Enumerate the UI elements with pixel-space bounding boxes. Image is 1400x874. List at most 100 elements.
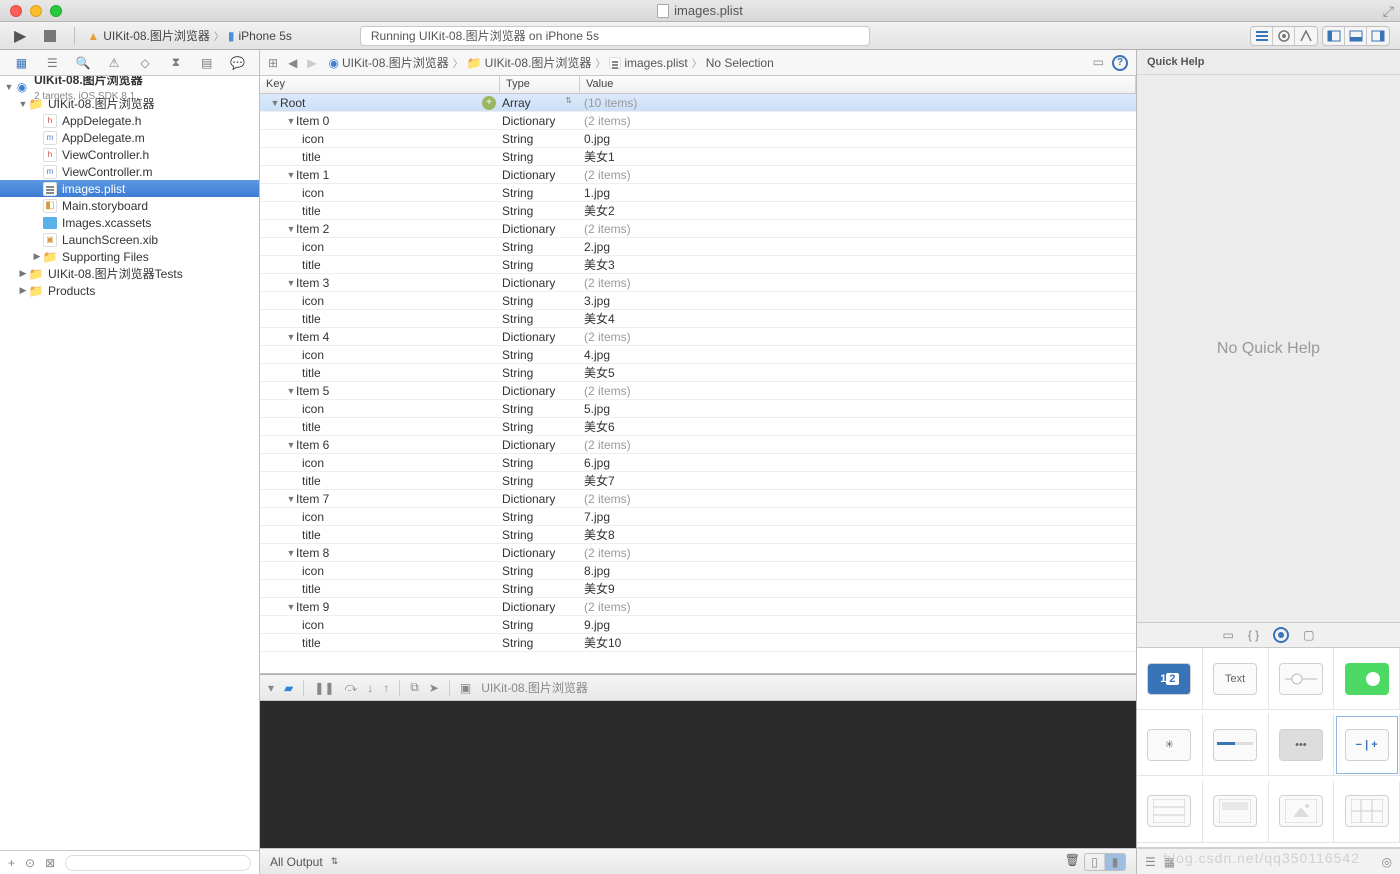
add-icon[interactable]: + [8, 856, 15, 870]
file-row[interactable]: ◧Main.storyboard [0, 197, 259, 214]
fullscreen-icon[interactable]: ⤢ [1383, 3, 1394, 20]
value-cell[interactable]: (2 items) [580, 330, 1136, 344]
products-group-row[interactable]: ▶📁Products [0, 282, 259, 299]
value-cell[interactable]: 9.jpg [580, 618, 1136, 632]
main-group-row[interactable]: ▼📁UIKit-08.图片浏览器 [0, 95, 259, 112]
type-cell[interactable]: String [500, 402, 580, 416]
run-button[interactable]: ▶ [10, 26, 30, 46]
file-row[interactable]: hAppDelegate.h [0, 112, 259, 129]
type-cell[interactable]: String [500, 258, 580, 272]
file-row[interactable]: hViewController.h [0, 146, 259, 163]
file-row[interactable]: Images.xcassets [0, 214, 259, 231]
output-filter-label[interactable]: All Output [270, 855, 323, 869]
disclosure-icon[interactable]: ▼ [286, 386, 296, 396]
type-cell[interactable]: String [500, 456, 580, 470]
jumpbar-crumb[interactable]: images.plist [607, 56, 689, 70]
key-cell[interactable]: title [302, 582, 321, 596]
key-cell[interactable]: icon [302, 240, 324, 254]
back-button[interactable]: ◀ [288, 56, 297, 70]
key-cell[interactable]: icon [302, 294, 324, 308]
tests-group-row[interactable]: ▶📁UIKit-08.图片浏览器Tests [0, 265, 259, 282]
disclosure-icon[interactable]: ▼ [286, 278, 296, 288]
document-icon[interactable]: ▭ [1093, 55, 1104, 71]
breakpoints-icon[interactable]: ▰ [284, 681, 293, 695]
value-cell[interactable]: 美女6 [580, 418, 1136, 435]
type-cell[interactable]: String [500, 150, 580, 164]
project-tree[interactable]: ▼◉ UIKit-08.图片浏览器 2 targets, iOS SDK 8.1… [0, 76, 259, 850]
key-cell[interactable]: title [302, 528, 321, 542]
library-tabs[interactable]: ▭ { } ▢ [1137, 622, 1400, 648]
issue-navigator-icon[interactable]: ⚠ [105, 54, 123, 72]
standard-editor-icon[interactable] [1251, 27, 1273, 45]
type-cell[interactable]: String [500, 312, 580, 326]
disclosure-icon[interactable]: ▼ [286, 440, 296, 450]
value-cell[interactable]: 8.jpg [580, 564, 1136, 578]
disclosure-icon[interactable]: ▼ [286, 332, 296, 342]
key-cell[interactable]: icon [302, 348, 324, 362]
library-item[interactable]: ••• [1269, 714, 1335, 776]
file-row[interactable]: mAppDelegate.m [0, 129, 259, 146]
type-cell[interactable]: String [500, 204, 580, 218]
type-cell[interactable]: String [500, 420, 580, 434]
key-cell[interactable]: Item 2 [296, 222, 329, 236]
value-cell[interactable]: 美女8 [580, 526, 1136, 543]
library-item-selected[interactable]: − | + [1334, 714, 1400, 776]
code-snippet-icon[interactable]: { } [1248, 628, 1259, 642]
library-item[interactable]: Text [1203, 648, 1269, 710]
value-cell[interactable]: (2 items) [580, 600, 1136, 614]
plist-row[interactable]: ▼Item 5Dictionary(2 items) [260, 382, 1136, 400]
plist-row[interactable]: titleString美女2 [260, 202, 1136, 220]
plist-row[interactable]: iconString8.jpg [260, 562, 1136, 580]
type-cell[interactable]: String [500, 618, 580, 632]
value-cell[interactable]: 1.jpg [580, 186, 1136, 200]
library-item[interactable] [1203, 714, 1269, 776]
list-view-icon[interactable]: ☰ [1145, 855, 1156, 869]
type-cell[interactable]: Dictionary [500, 114, 580, 128]
disclosure-icon[interactable]: ▼ [286, 116, 296, 126]
type-cell[interactable]: String [500, 564, 580, 578]
key-cell[interactable]: Item 7 [296, 492, 329, 506]
type-cell[interactable]: Dictionary [500, 600, 580, 614]
recent-icon[interactable]: ⊙ [25, 856, 35, 870]
plist-row[interactable]: ▼Item 2Dictionary(2 items) [260, 220, 1136, 238]
plist-row[interactable]: iconString1.jpg [260, 184, 1136, 202]
type-header[interactable]: Type [500, 76, 580, 93]
value-cell[interactable]: (2 items) [580, 492, 1136, 506]
variables-view-icon[interactable]: ▯ [1085, 854, 1105, 870]
library-item[interactable] [1137, 781, 1203, 843]
value-cell[interactable]: 美女10 [580, 634, 1136, 651]
plist-row[interactable]: iconString5.jpg [260, 400, 1136, 418]
value-cell[interactable]: 4.jpg [580, 348, 1136, 362]
value-cell[interactable]: 美女5 [580, 364, 1136, 381]
library-item[interactable] [1269, 648, 1335, 710]
pause-icon[interactable]: ❚❚ [314, 681, 334, 695]
find-navigator-icon[interactable]: 🔍 [74, 54, 92, 72]
value-cell[interactable]: 美女2 [580, 202, 1136, 219]
plist-editor[interactable]: Key Type Value ▼Root+Array(10 items)▼Ite… [260, 76, 1136, 674]
key-cell[interactable]: Item 6 [296, 438, 329, 452]
value-cell[interactable]: (2 items) [580, 168, 1136, 182]
plist-row[interactable]: iconString0.jpg [260, 130, 1136, 148]
step-into-icon[interactable]: ↓ [367, 681, 373, 695]
forward-button[interactable]: ▶ [307, 56, 316, 70]
value-cell[interactable]: 美女3 [580, 256, 1136, 273]
type-cell[interactable]: Dictionary [500, 276, 580, 290]
jumpbar[interactable]: ◉UIKit-08.图片浏览器 〉 📁UIKit-08.图片浏览器 〉 imag… [327, 54, 776, 71]
value-cell[interactable]: (2 items) [580, 384, 1136, 398]
view-panels-segmented[interactable] [1322, 26, 1390, 46]
key-cell[interactable]: Item 3 [296, 276, 329, 290]
file-row[interactable]: ▣LaunchScreen.xib [0, 231, 259, 248]
plist-row[interactable]: iconString3.jpg [260, 292, 1136, 310]
key-cell[interactable]: Item 0 [296, 114, 329, 128]
value-cell[interactable]: 7.jpg [580, 510, 1136, 524]
plist-row[interactable]: titleString美女6 [260, 418, 1136, 436]
related-items-icon[interactable]: ⊞ [268, 56, 278, 70]
type-cell[interactable]: Dictionary [500, 168, 580, 182]
type-cell[interactable]: String [500, 636, 580, 650]
value-cell[interactable]: 美女4 [580, 310, 1136, 327]
key-cell[interactable]: Item 1 [296, 168, 329, 182]
scheme-selector[interactable]: ▲ UIKit-08.图片浏览器 〉 ▮ iPhone 5s [87, 27, 292, 44]
plist-row[interactable]: titleString美女10 [260, 634, 1136, 652]
key-cell[interactable]: title [302, 150, 321, 164]
filter-input[interactable] [65, 855, 251, 871]
